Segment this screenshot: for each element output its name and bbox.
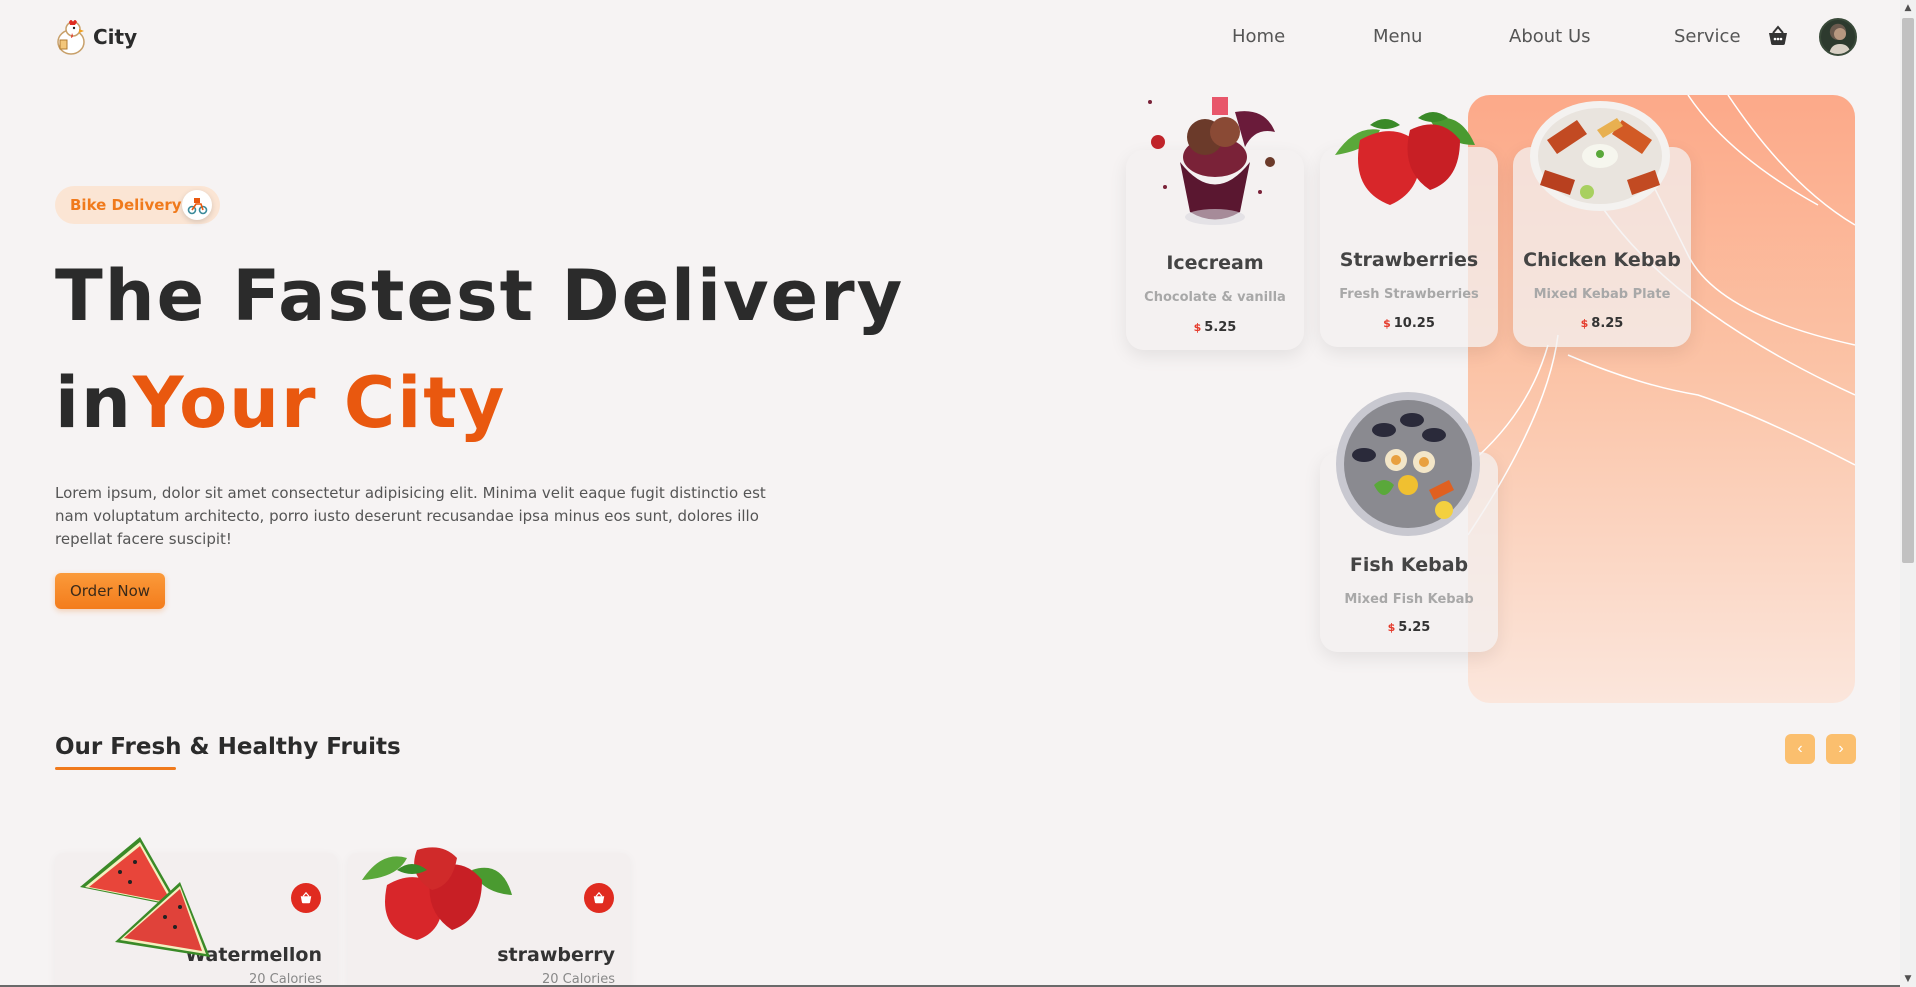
scroll-up-arrow-icon[interactable]: ▲	[1903, 3, 1913, 13]
card-price: $5.25	[1126, 320, 1304, 335]
basket-icon	[593, 891, 605, 904]
card-title: Strawberries	[1339, 249, 1479, 271]
card-price: $5.25	[1320, 620, 1498, 635]
fruit-name: strawberry	[497, 944, 615, 966]
strawberry-image	[362, 847, 512, 940]
price-value: 5.25	[1204, 320, 1237, 335]
bike-icon	[182, 190, 212, 220]
order-now-button[interactable]: Order Now	[55, 573, 165, 609]
card-description: Chocolate & vanilla	[1144, 290, 1286, 305]
card-description: Mixed Fish Kebab	[1344, 592, 1474, 607]
add-to-cart-button[interactable]	[584, 883, 614, 913]
currency-symbol: $	[1387, 621, 1396, 634]
price-value: 10.25	[1393, 316, 1435, 331]
fish-kebab-image	[1336, 392, 1480, 536]
logo-text: City	[93, 25, 138, 49]
basket-icon	[300, 891, 312, 904]
carousel-next-button[interactable]: ›	[1826, 734, 1856, 764]
currency-symbol: $	[1580, 317, 1589, 330]
bike-delivery-badge: Bike Delivery	[55, 186, 220, 224]
nav-about-us[interactable]: About Us	[1509, 26, 1591, 47]
logo[interactable]: City	[55, 18, 137, 56]
chevron-left-icon: ‹	[1797, 740, 1803, 757]
icecream-image	[1148, 97, 1275, 225]
watermelon-image	[80, 837, 210, 957]
add-to-cart-button[interactable]	[291, 883, 321, 913]
card-title: Icecream	[1166, 252, 1264, 274]
price-value: 5.25	[1398, 620, 1431, 635]
nav-service[interactable]: Service	[1674, 26, 1741, 47]
chicken-kebab-image	[1530, 101, 1670, 211]
badge-label: Bike Delivery	[70, 196, 182, 214]
hero-title-line2: inYour City	[55, 362, 506, 444]
nav-menu[interactable]: Menu	[1373, 26, 1422, 47]
card-title: Fish Kebab	[1349, 554, 1469, 576]
chicken-logo-icon	[57, 20, 85, 55]
header: City Home Menu About Us Service	[0, 0, 1900, 74]
chevron-right-icon: ›	[1838, 740, 1844, 757]
hero-title-line1: The Fastest Delivery	[55, 255, 905, 337]
currency-symbol: $	[1383, 317, 1391, 330]
user-avatar-icon	[1829, 28, 1851, 54]
currency-symbol: $	[1193, 321, 1202, 334]
hero-title-city: Your City	[132, 362, 507, 444]
price-value: 8.25	[1591, 316, 1624, 331]
nav-home[interactable]: Home	[1232, 26, 1285, 47]
basket-icon[interactable]	[1766, 24, 1790, 48]
hero-title-in: in	[55, 362, 133, 444]
card-price: $8.25	[1513, 316, 1691, 331]
scroll-down-arrow-icon[interactable]: ▼	[1903, 974, 1913, 984]
hero-description: Lorem ipsum, dolor sit amet consectetur …	[55, 484, 766, 548]
page-scrollbar[interactable]: ▲ ▼	[1900, 0, 1916, 987]
fruits-section-title: Our Fresh & Healthy Fruits	[55, 734, 401, 760]
carousel-prev-button[interactable]: ‹	[1785, 734, 1815, 764]
scroll-thumb[interactable]	[1902, 18, 1914, 563]
card-price: $10.25	[1320, 316, 1498, 331]
card-description: Mixed Kebab Plate	[1533, 287, 1671, 302]
card-title: Chicken Kebab	[1523, 249, 1681, 271]
avatar[interactable]	[1819, 18, 1857, 56]
section-title-underline	[55, 767, 176, 770]
card-description: Fresh Strawberries	[1339, 287, 1479, 302]
strawberries-image	[1335, 112, 1475, 205]
